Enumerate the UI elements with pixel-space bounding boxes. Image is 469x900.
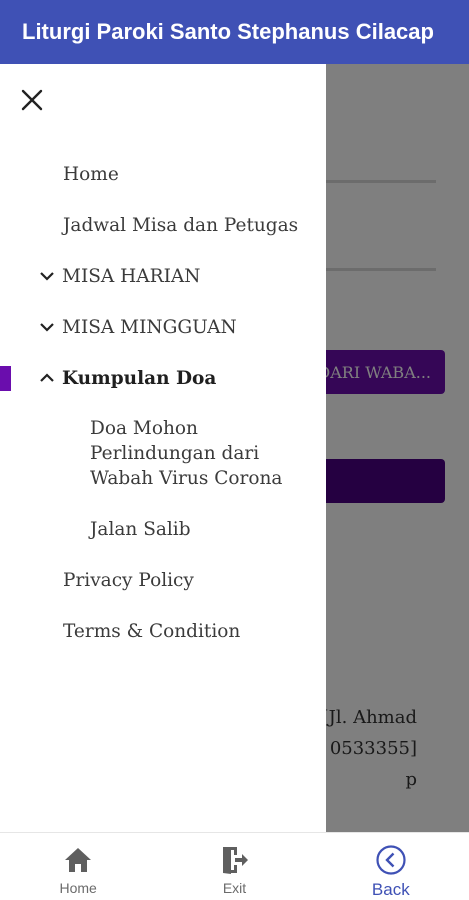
menu-item-misa-harian[interactable]: MISA HARIAN <box>0 262 326 290</box>
navigation-drawer: Home Jadwal Misa dan Petugas MISA HARIAN… <box>0 64 326 832</box>
menu-item-jadwal-misa[interactable]: Jadwal Misa dan Petugas <box>0 211 326 239</box>
nav-back-button[interactable]: Back <box>313 833 469 900</box>
menu-item-privacy-policy[interactable]: Privacy Policy <box>0 566 326 594</box>
menu-item-label: MISA MINGGUAN <box>62 316 237 338</box>
app-title: Liturgi Paroki Santo Stephanus Cilacap <box>22 19 434 44</box>
chevron-down-icon <box>40 323 54 332</box>
menu-item-terms-condition[interactable]: Terms & Condition <box>0 617 326 645</box>
nav-label: Home <box>59 880 97 896</box>
menu-item-jalan-salib[interactable]: Jalan Salib <box>0 515 326 543</box>
close-icon[interactable] <box>20 88 44 112</box>
menu-item-label: Terms & Condition <box>63 620 241 642</box>
menu-item-label: Jalan Salib <box>90 518 191 540</box>
menu-item-kumpulan-doa[interactable]: Kumpulan Doa <box>0 364 326 392</box>
nav-label: Exit <box>222 880 247 896</box>
menu-item-doa-mohon-perlindungan[interactable]: Doa Mohon Perlindungan dari Wabah Virus … <box>0 416 300 491</box>
nav-home-button[interactable]: Home <box>0 833 156 900</box>
chevron-up-icon <box>40 373 54 382</box>
app-bar: Liturgi Paroki Santo Stephanus Cilacap <box>0 0 469 64</box>
menu-item-label: MISA HARIAN <box>62 265 201 287</box>
nav-exit-button[interactable]: Exit <box>156 833 312 900</box>
chevron-down-icon <box>40 272 54 281</box>
home-icon <box>61 843 95 877</box>
menu-item-label: Kumpulan Doa <box>62 367 217 389</box>
menu-item-home[interactable]: Home <box>0 160 326 188</box>
bottom-navigation: Home Exit Back <box>0 832 469 900</box>
menu-item-misa-mingguan[interactable]: MISA MINGGUAN <box>0 313 326 341</box>
menu-item-label: Jadwal Misa dan Petugas <box>63 214 299 236</box>
menu-item-label: Privacy Policy <box>63 569 194 591</box>
menu-item-label: Doa Mohon Perlindungan dari Wabah Virus … <box>90 418 283 489</box>
nav-label: Back <box>371 880 410 899</box>
back-icon <box>374 843 408 877</box>
menu-item-label: Home <box>63 163 119 185</box>
exit-icon <box>217 843 251 877</box>
